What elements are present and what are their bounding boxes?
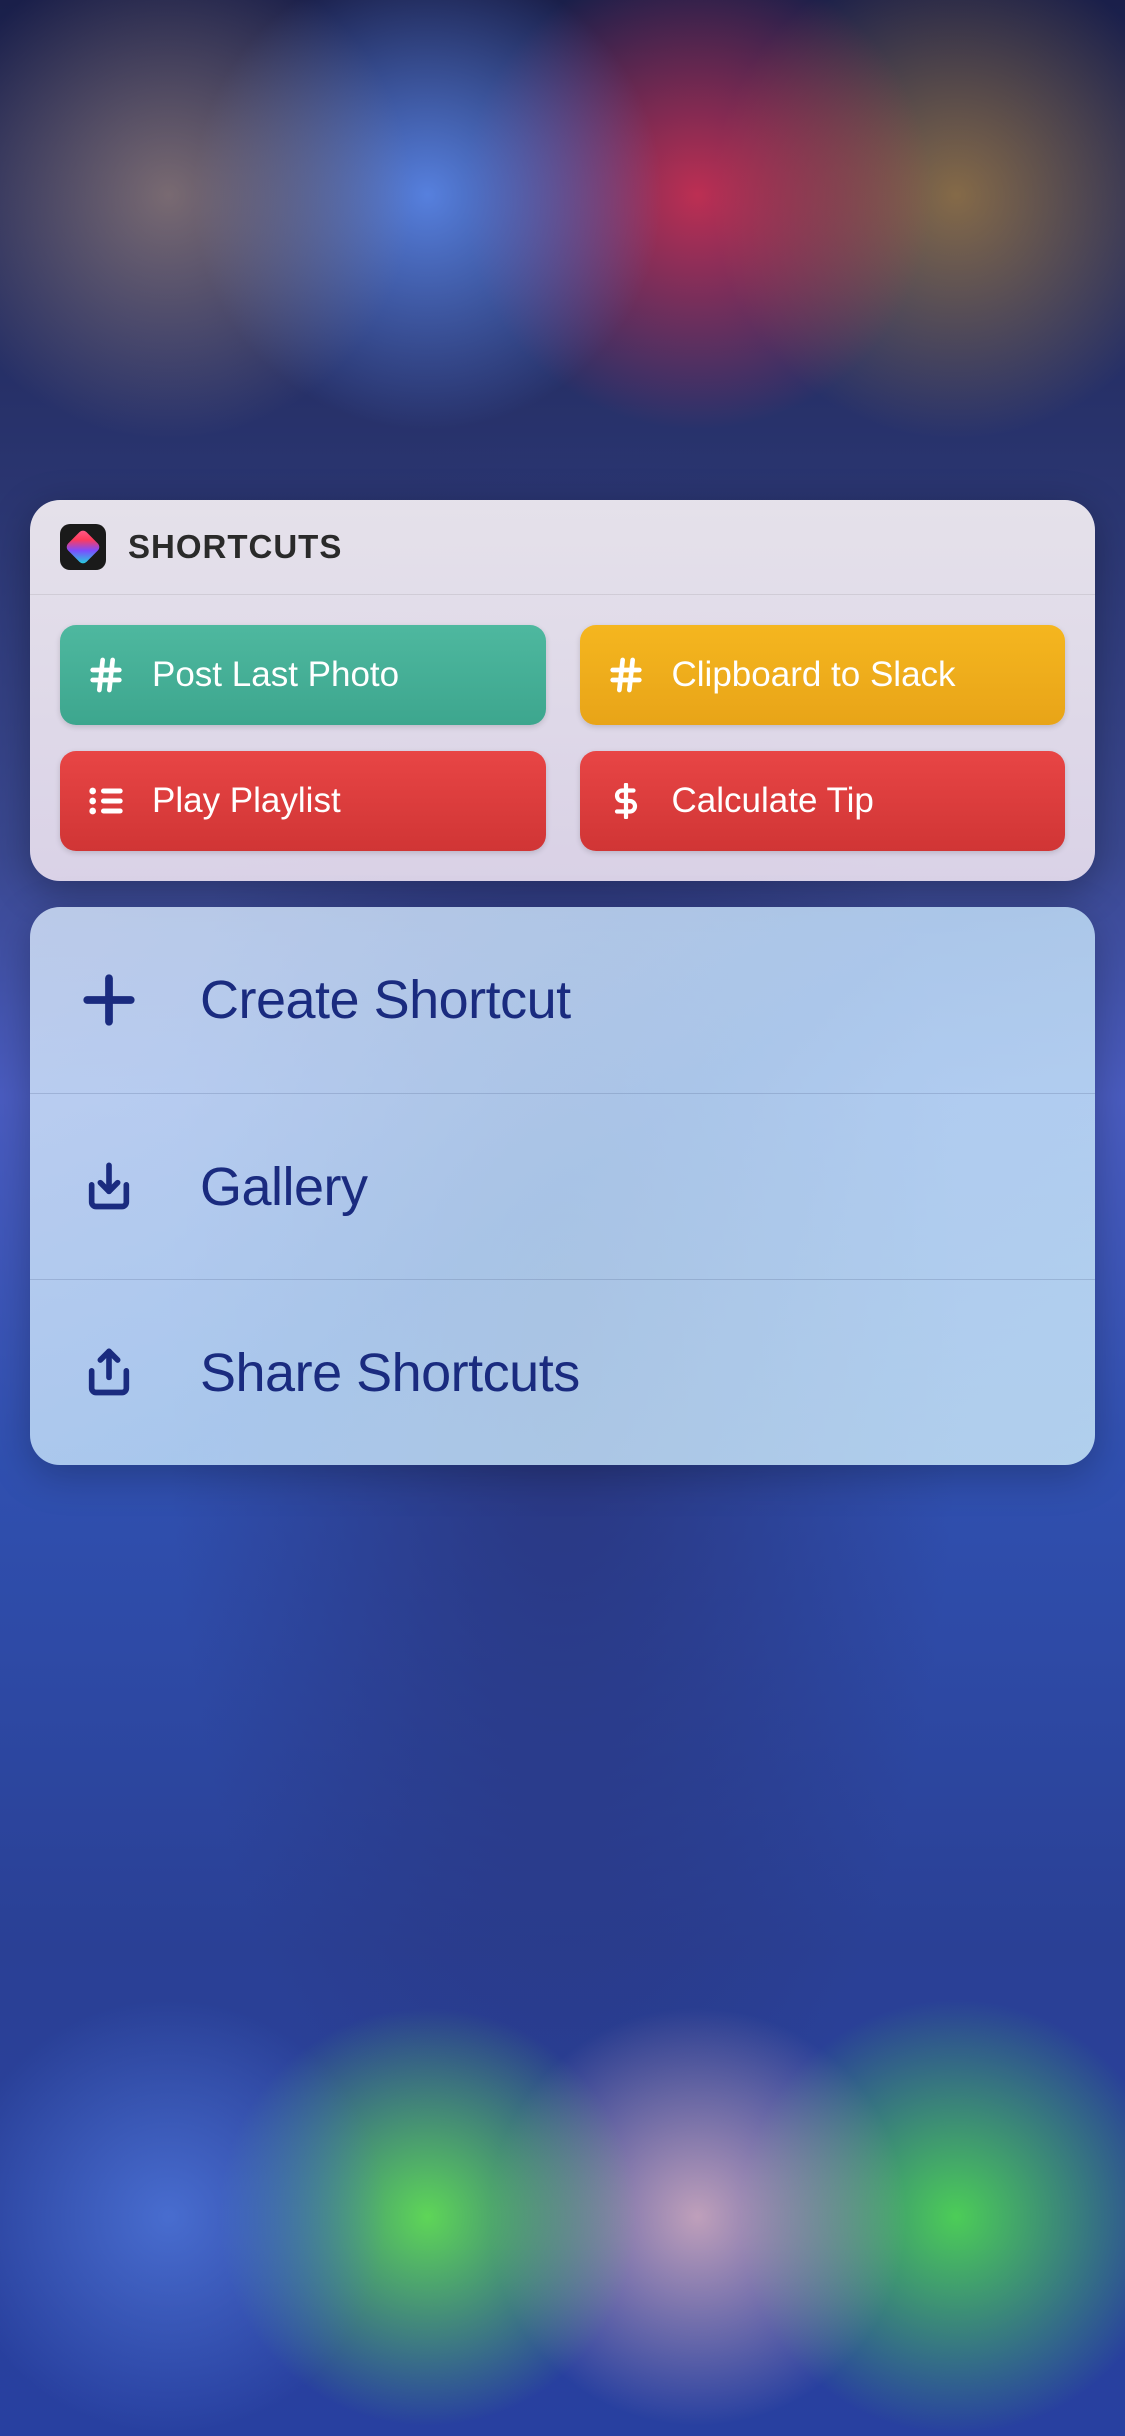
- action-share-shortcuts[interactable]: Share Shortcuts: [30, 1279, 1095, 1465]
- share-icon: [80, 1344, 138, 1402]
- shortcut-post-last-photo[interactable]: Post Last Photo: [60, 625, 546, 725]
- quick-actions-menu: Create Shortcut Gallery Shar: [30, 907, 1095, 1465]
- hash-icon: [84, 653, 128, 697]
- hash-icon: [604, 653, 648, 697]
- shortcut-label: Calculate Tip: [672, 781, 874, 821]
- action-label: Create Shortcut: [200, 969, 571, 1031]
- shortcut-clipboard-to-slack[interactable]: Clipboard to Slack: [580, 625, 1066, 725]
- shortcuts-app-icon: [60, 524, 106, 570]
- download-tray-icon: [80, 1158, 138, 1216]
- plus-icon: [80, 971, 138, 1029]
- action-create-shortcut[interactable]: Create Shortcut: [30, 907, 1095, 1093]
- list-icon: [84, 779, 128, 823]
- action-label: Share Shortcuts: [200, 1342, 580, 1404]
- dollar-icon: [604, 779, 648, 823]
- shortcut-play-playlist[interactable]: Play Playlist: [60, 751, 546, 851]
- action-label: Gallery: [200, 1156, 368, 1218]
- widget-title: SHORTCUTS: [128, 528, 342, 566]
- action-gallery[interactable]: Gallery: [30, 1093, 1095, 1279]
- shortcuts-widget: SHORTCUTS Post Last Photo: [30, 500, 1095, 881]
- shortcut-label: Play Playlist: [152, 781, 341, 821]
- widget-header: SHORTCUTS: [30, 500, 1095, 595]
- shortcut-label: Clipboard to Slack: [672, 655, 956, 695]
- shortcuts-grid: Post Last Photo Clipboard to Slack: [30, 595, 1095, 881]
- shortcut-calculate-tip[interactable]: Calculate Tip: [580, 751, 1066, 851]
- shortcut-label: Post Last Photo: [152, 655, 399, 695]
